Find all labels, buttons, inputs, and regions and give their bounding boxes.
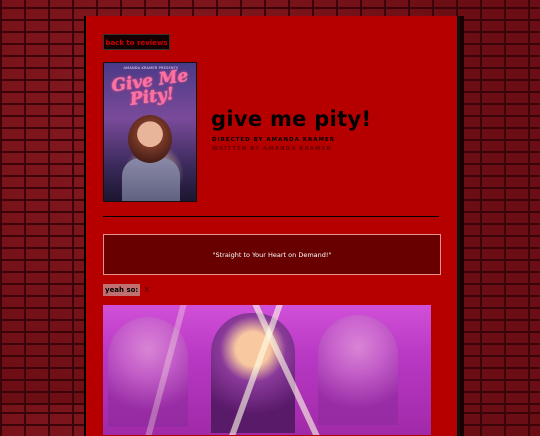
director-credit: DIRECTED BY AMANDA KRAMER xyxy=(212,137,335,143)
tagline-quote-box: "Straight to Your Heart on Demand!" xyxy=(103,234,441,275)
still-figure-right xyxy=(318,315,398,425)
movie-still-image xyxy=(103,305,431,435)
poster-title: Give Me Pity! xyxy=(110,65,190,110)
writer-credit: WRITTEN BY AMANDA KRAMER xyxy=(212,146,332,152)
poster-figure-head xyxy=(128,115,172,163)
rating-row: yeah so: X xyxy=(103,284,149,296)
movie-poster: AMANDA KRAMER PRESENTS Give Me Pity! xyxy=(103,62,197,202)
section-divider xyxy=(103,216,439,217)
back-to-reviews-button[interactable]: back to reviews xyxy=(103,34,170,50)
rating-value: X xyxy=(144,286,150,294)
review-panel: back to reviews AMANDA KRAMER PRESENTS G… xyxy=(84,16,460,436)
poster-figure-body xyxy=(122,158,180,201)
movie-title: give me pity! xyxy=(211,107,372,131)
rating-label: yeah so: xyxy=(103,284,141,296)
